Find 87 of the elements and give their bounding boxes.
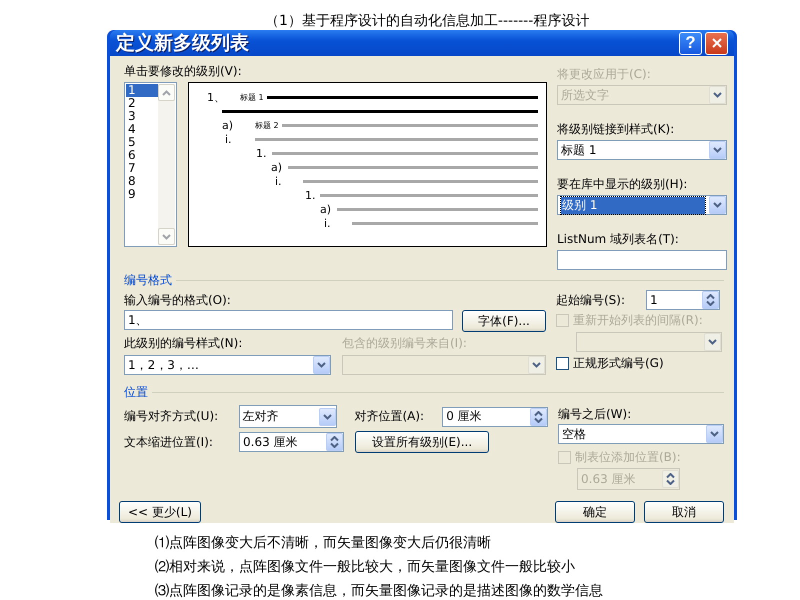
level-select[interactable]: 级别 1: [557, 195, 727, 215]
listnum-field[interactable]: [557, 250, 727, 270]
level-item[interactable]: 6: [126, 149, 158, 162]
chevron-down-icon: [323, 414, 332, 420]
checkbox-label: 制表位添加位置(B):: [575, 448, 681, 466]
set-all-levels-button[interactable]: 设置所有级别(E)...: [355, 431, 489, 453]
up-down-arrows-icon: [666, 473, 675, 485]
up-down-arrows-icon: [330, 436, 339, 448]
chevron-down-icon: [708, 339, 717, 345]
less-button[interactable]: << 更少(L): [119, 501, 201, 523]
checkbox-label: 重新开始列表的间隔(R):: [573, 312, 703, 328]
level-item[interactable]: 5: [126, 136, 158, 149]
field-label: 起始编号(S):: [556, 292, 626, 308]
level-item[interactable]: 2: [126, 97, 158, 110]
level-item[interactable]: 9: [126, 188, 158, 201]
number-style-select[interactable]: 1，2，3，…: [124, 355, 331, 375]
section-title: 位置: [124, 385, 724, 399]
preview-number: i.: [324, 216, 332, 230]
chevron-down-icon: [710, 431, 719, 437]
document-text: ⑵相对来说，点阵图像文件一般比较大，而矢量图像文件一般比较小: [155, 558, 576, 577]
chevron-down-icon: [532, 362, 541, 368]
preview-number: i.: [225, 132, 233, 146]
field-label: 此级别的编号样式(N):: [124, 336, 244, 351]
field-label: 文本缩进位置(I):: [124, 434, 214, 450]
alignment-select[interactable]: 左对齐: [238, 405, 338, 428]
checkbox[interactable]: [556, 356, 569, 370]
font-button[interactable]: 字体(F)...: [462, 310, 546, 332]
ok-button[interactable]: 确定: [555, 501, 635, 523]
chevron-down-icon: [713, 147, 722, 153]
preview-number: 1、: [207, 90, 226, 104]
chevron-down-icon: [713, 202, 722, 208]
chevron-down-icon: [317, 362, 326, 368]
spin-button[interactable]: [530, 408, 548, 426]
close-button[interactable]: [705, 32, 728, 54]
dropdown-button[interactable]: [319, 408, 336, 426]
dropdown-button[interactable]: [709, 141, 726, 159]
follow-number-select[interactable]: 空格: [558, 424, 724, 444]
spin-field[interactable]: 0.63 厘米: [239, 432, 344, 452]
cancel-button[interactable]: 取消: [644, 501, 724, 523]
document-text: ⑶点阵图像记录的是像素信息，而矢量图像记录的是描述图像的数学信息: [155, 582, 603, 600]
dialog-title: 定义新多级列表: [116, 31, 250, 56]
preview-number: i.: [275, 174, 283, 188]
help-button[interactable]: ?: [679, 32, 702, 54]
field-label: ListNum 域列表名(T):: [557, 232, 680, 247]
field-label: 单击要修改的级别(V):: [124, 64, 243, 79]
preview-number: 1.: [256, 146, 268, 160]
spin-field[interactable]: 1: [646, 290, 720, 310]
field-label: 输入编号的格式(O):: [124, 293, 232, 308]
preview-number: a): [222, 118, 234, 132]
spin-button[interactable]: [326, 433, 343, 451]
preview-style-name: 标题 1: [240, 92, 264, 102]
close-icon: [710, 37, 722, 49]
up-down-arrows-icon: [534, 410, 544, 422]
document-text: ⑴点阵图像变大后不清晰，而矢量图像变大后仍很清晰: [155, 534, 492, 553]
level-item[interactable]: 4: [126, 123, 158, 136]
field-label: 编号之后(W):: [558, 407, 632, 422]
section-title: 编号格式: [124, 273, 724, 287]
spin-button[interactable]: [662, 470, 679, 488]
document-text: （1）基于程序设计的自动化信息加工-------程序设计: [265, 12, 590, 30]
field-label: 编号对齐方式(U):: [124, 409, 220, 424]
level-item[interactable]: 3: [126, 110, 158, 123]
up-down-arrows-icon: [706, 294, 715, 306]
dropdown-button[interactable]: [706, 425, 723, 443]
style-select[interactable]: 标题 1: [557, 140, 727, 160]
chevron-down-icon: [162, 234, 171, 240]
field-label: 将更改应用于(C):: [557, 67, 652, 82]
field-label: 包含的级别编号来自(I):: [342, 336, 467, 351]
chevron-up-icon: [162, 90, 171, 96]
level-item[interactable]: 7: [126, 162, 158, 175]
field-label: 对齐位置(A):: [354, 409, 426, 424]
dropdown-button[interactable]: [313, 356, 330, 374]
format-input[interactable]: 1、: [124, 310, 453, 330]
preview-number: a): [271, 160, 284, 174]
restart-select[interactable]: [576, 332, 722, 352]
level-item[interactable]: 8: [126, 175, 158, 188]
chevron-down-icon: [713, 92, 722, 98]
spin-button[interactable]: [702, 291, 719, 309]
preview-number: a): [320, 202, 332, 216]
dropdown-button[interactable]: [704, 333, 721, 351]
spin-field[interactable]: 0 厘米: [442, 406, 548, 426]
level-item[interactable]: 1: [126, 84, 158, 97]
checkbox-label: 正规形式编号(G): [573, 354, 664, 372]
preview-number: 1.: [305, 188, 316, 202]
dropdown-button[interactable]: [709, 196, 726, 214]
field-label: 要在库中显示的级别(H):: [557, 177, 688, 192]
preview-style-name: 标题 2: [255, 120, 279, 130]
field-label: 将级别链接到样式(K):: [557, 122, 676, 137]
